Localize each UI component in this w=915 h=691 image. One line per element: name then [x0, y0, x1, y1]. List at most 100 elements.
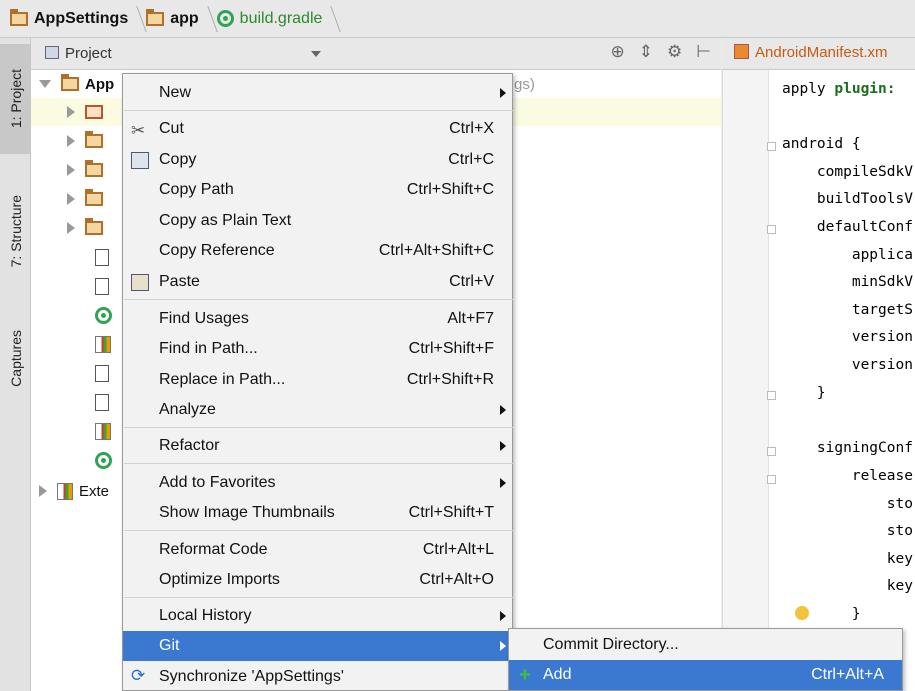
menu-item-refactor[interactable]: Refactor: [123, 431, 512, 461]
submenu-arrow-icon: [500, 641, 506, 651]
tree-row[interactable]: [67, 98, 103, 126]
menu-item-show-image-thumbnails[interactable]: Show Image Thumbnails Ctrl+Shift+T: [123, 498, 512, 528]
hide-panel-icon[interactable]: ⊢: [696, 42, 711, 62]
menu-item-find-in-path[interactable]: Find in Path... Ctrl+Shift+F: [123, 334, 512, 364]
code-line: release: [782, 468, 913, 484]
tree-root-suffix: gs): [514, 75, 535, 93]
tree-row[interactable]: [95, 301, 112, 329]
expand-arrow-icon[interactable]: [39, 80, 51, 88]
menu-item-git[interactable]: Git: [123, 631, 512, 661]
file-icon: [95, 277, 109, 295]
fold-marker-icon[interactable]: [767, 475, 776, 484]
code-line: sto: [782, 523, 913, 539]
folder-icon: [85, 218, 103, 235]
gradle-icon: [95, 451, 112, 469]
menu-item-replace-in-path[interactable]: Replace in Path... Ctrl+Shift+R: [123, 365, 512, 395]
copy-icon: [131, 152, 149, 169]
tree-row[interactable]: [95, 446, 112, 474]
menu-separator: [124, 427, 513, 428]
fold-marker-icon[interactable]: [767, 447, 776, 456]
breadcrumb-item-build-gradle[interactable]: build.gradle: [216, 0, 337, 38]
tree-row-external-libraries[interactable]: Exte: [39, 477, 109, 505]
expand-arrow-icon[interactable]: [67, 106, 75, 118]
file-icon: [95, 248, 109, 266]
breadcrumb-item-app[interactable]: app: [146, 0, 212, 38]
menu-item-optimize-imports[interactable]: Optimize Imports Ctrl+Alt+O: [123, 565, 512, 595]
expand-arrow-icon[interactable]: [67, 193, 75, 205]
tree-row[interactable]: [67, 214, 103, 242]
chevron-down-icon[interactable]: [311, 51, 321, 57]
menu-separator: [124, 597, 513, 598]
menu-item-copy[interactable]: Copy Ctrl+C: [123, 145, 512, 175]
tab-captures[interactable]: Captures: [0, 308, 31, 408]
menu-item-copy-path[interactable]: Copy Path Ctrl+Shift+C: [123, 175, 512, 205]
tree-row[interactable]: [95, 330, 111, 358]
breadcrumb-label: build.gradle: [239, 9, 323, 27]
menu-item-cut[interactable]: ✂ Cut Ctrl+X: [123, 114, 512, 144]
folder-icon: [85, 189, 103, 206]
code-line: applica: [782, 247, 913, 263]
tab-structure[interactable]: 7: Structure: [0, 166, 31, 296]
menu-separator: [124, 110, 513, 111]
menu-item-copy-plain-text[interactable]: Copy as Plain Text: [123, 206, 512, 236]
menu-item-commit-directory[interactable]: Commit Directory...: [509, 630, 902, 660]
tree-row-root[interactable]: App: [39, 70, 114, 98]
breadcrumb-item-appsettings[interactable]: AppSettings: [10, 0, 142, 38]
tree-row[interactable]: [95, 359, 109, 387]
menu-item-paste[interactable]: Paste Ctrl+V: [123, 267, 512, 297]
code-line: minSdkV: [782, 274, 913, 290]
tree-row[interactable]: [67, 156, 103, 184]
submenu-arrow-icon: [500, 611, 506, 621]
git-submenu: Commit Directory... + Add Ctrl+Alt+A: [508, 628, 903, 691]
code-line: }: [782, 606, 861, 622]
code-line: buildToolsV: [782, 191, 913, 207]
tree-row[interactable]: [95, 388, 109, 416]
library-icon: [57, 482, 73, 500]
tree-row[interactable]: [95, 272, 109, 300]
tree-row[interactable]: [95, 417, 111, 445]
collapse-all-icon[interactable]: ⇕: [639, 42, 653, 62]
tree-row[interactable]: [67, 127, 103, 155]
code-line: key: [782, 551, 913, 567]
tree-row[interactable]: [95, 243, 109, 271]
paste-icon: [131, 274, 149, 291]
menu-item-git-add[interactable]: + Add Ctrl+Alt+A: [509, 660, 902, 690]
properties-file-icon: [95, 422, 111, 440]
sync-icon: ⟳: [131, 666, 146, 685]
tree-row[interactable]: [67, 185, 103, 213]
project-view-selector[interactable]: Project: [45, 45, 112, 62]
code-line: sto: [782, 496, 913, 512]
fold-marker-icon[interactable]: [767, 142, 776, 151]
scroll-from-source-icon[interactable]: ⊕: [610, 42, 624, 62]
code-editor[interactable]: apply plugin: android { compileSdkV buil…: [722, 70, 915, 691]
xml-file-icon: [734, 44, 749, 59]
expand-arrow-icon[interactable]: [67, 164, 75, 176]
file-icon: [95, 364, 109, 382]
expand-arrow-icon[interactable]: [67, 222, 75, 234]
submenu-arrow-icon: [500, 478, 506, 488]
tab-captures-label: Captures: [7, 329, 24, 387]
menu-item-reformat-code[interactable]: Reformat Code Ctrl+Alt+L: [123, 535, 512, 565]
tab-project[interactable]: 1: Project: [0, 44, 31, 154]
fold-marker-icon[interactable]: [767, 225, 776, 234]
submenu-arrow-icon: [500, 441, 506, 451]
tree-root-label: App: [85, 75, 115, 93]
expand-arrow-icon[interactable]: [39, 485, 47, 497]
menu-item-synchronize[interactable]: ⟳ Synchronize 'AppSettings': [123, 662, 512, 691]
menu-item-copy-reference[interactable]: Copy Reference Ctrl+Alt+Shift+C: [123, 236, 512, 266]
menu-item-local-history[interactable]: Local History: [123, 601, 512, 631]
editor-tab-bar: AndroidManifest.xm: [722, 38, 915, 70]
menu-item-analyze[interactable]: Analyze: [123, 395, 512, 425]
menu-item-find-usages[interactable]: Find Usages Alt+F7: [123, 304, 512, 334]
expand-arrow-icon[interactable]: [67, 135, 75, 147]
tree-external-label: Exte: [79, 482, 110, 500]
menu-item-new[interactable]: New: [123, 78, 512, 108]
folder-icon: [85, 105, 103, 119]
tab-structure-label: 7: Structure: [7, 194, 24, 268]
breadcrumb-label: AppSettings: [34, 9, 129, 27]
fold-marker-icon[interactable]: [767, 391, 776, 400]
menu-item-add-to-favorites[interactable]: Add to Favorites: [123, 468, 512, 498]
gear-icon[interactable]: ⚙: [667, 42, 682, 62]
project-panel-toolbar: ⊕ ⇕ ⚙ ⊢: [610, 42, 711, 62]
tab-androidmanifest[interactable]: AndroidManifest.xm: [734, 44, 888, 61]
